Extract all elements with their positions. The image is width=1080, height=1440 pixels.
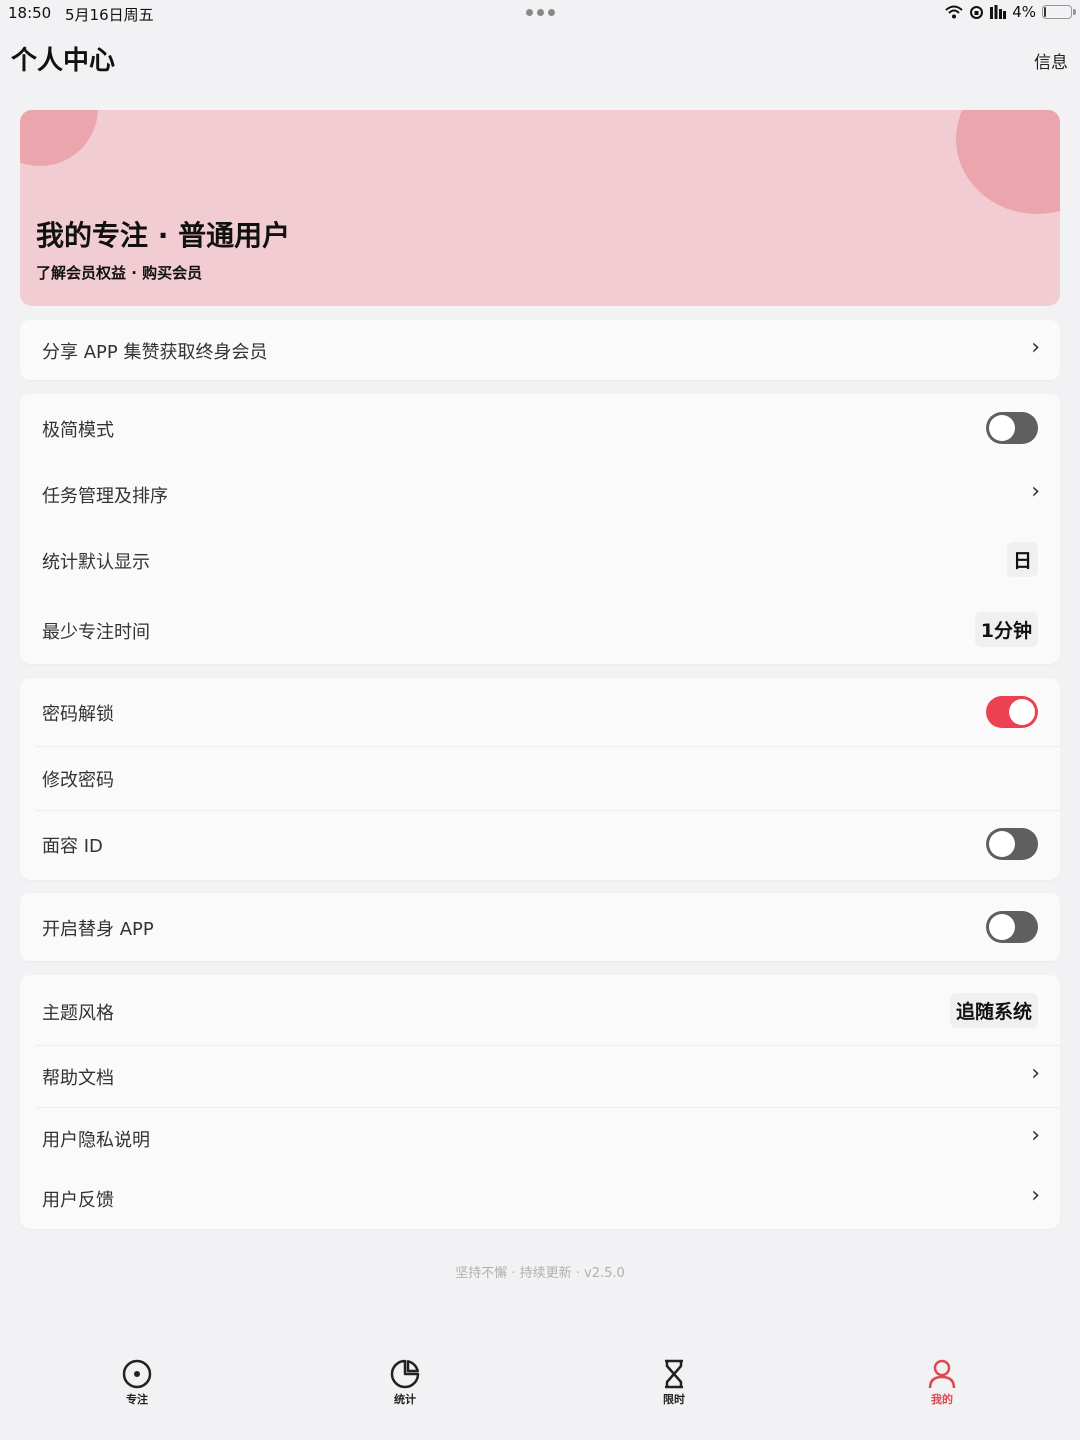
hourglass-icon	[665, 1359, 683, 1389]
general-settings-card: 极简模式 任务管理及排序 › 统计默认显示 日 最少专注时间 1分钟	[20, 394, 1060, 664]
alt-app-card: 开启替身 APP	[20, 893, 1060, 961]
stats-default-label: 统计默认显示	[42, 552, 150, 573]
multitasking-dots[interactable]	[526, 9, 555, 16]
info-link[interactable]: 信息	[1034, 48, 1068, 73]
password-unlock-label: 密码解锁	[42, 704, 114, 725]
chevron-right-icon: ›	[1031, 1061, 1040, 1086]
membership-banner[interactable]: 我的专注 · 普通用户 了解会员权益 · 购买会员	[20, 110, 1060, 306]
chevron-right-icon: ›	[1031, 1123, 1040, 1148]
min-focus-row[interactable]: 最少专注时间 1分钟	[20, 594, 1060, 664]
misc-card: 主题风格 追随系统 帮助文档 › 用户隐私说明 › 用户反馈 ›	[20, 975, 1060, 1229]
face-id-toggle[interactable]	[986, 828, 1038, 860]
chevron-right-icon: ›	[1031, 335, 1040, 360]
feedback-row[interactable]: 用户反馈 ›	[20, 1169, 1060, 1229]
signal-icon	[990, 5, 1007, 19]
tab-mine-label: 我的	[931, 1393, 953, 1406]
status-time: 18:50	[8, 4, 52, 22]
rotation-lock-icon	[970, 5, 984, 19]
tab-focus-label: 专注	[126, 1393, 148, 1406]
privacy-label: 用户隐私说明	[42, 1130, 150, 1151]
page-title: 个人中心	[11, 46, 116, 76]
help-row[interactable]: 帮助文档 ›	[20, 1045, 1060, 1107]
decor-circle-right	[956, 110, 1060, 214]
minimal-mode-toggle[interactable]	[986, 412, 1038, 444]
battery-icon	[1042, 5, 1076, 19]
tab-stats[interactable]: 统计	[365, 1358, 445, 1407]
theme-label: 主题风格	[42, 1003, 114, 1024]
min-focus-value[interactable]: 1分钟	[974, 612, 1038, 647]
alt-app-toggle[interactable]	[986, 911, 1038, 943]
minimal-mode-label: 极简模式	[42, 420, 114, 441]
feedback-label: 用户反馈	[42, 1190, 114, 1211]
face-id-row: 面容 ID	[20, 810, 1060, 880]
theme-row[interactable]: 主题风格 追随系统	[20, 975, 1060, 1045]
security-card: 密码解锁 修改密码 面容 ID	[20, 678, 1060, 880]
status-icons: 4%	[945, 3, 1076, 21]
decor-circle-left	[20, 110, 98, 166]
tab-mine[interactable]: 我的	[902, 1358, 982, 1407]
version-footer: 坚持不懈 · 持续更新 · v2.5.0	[455, 1266, 625, 1281]
chevron-right-icon: ›	[1031, 1183, 1040, 1208]
change-password-row[interactable]: 修改密码	[20, 746, 1060, 810]
tab-timer-label: 限时	[663, 1393, 685, 1406]
battery-percent: 4%	[1012, 3, 1036, 21]
status-bar: 18:50 5月16日周五 4%	[0, 0, 1080, 28]
chevron-right-icon: ›	[1031, 479, 1040, 504]
password-unlock-row: 密码解锁	[20, 678, 1060, 746]
tab-bar: 专注 统计 限时 我的	[0, 1340, 1080, 1440]
share-card[interactable]: 分享 APP 集赞获取终身会员 ›	[20, 320, 1060, 380]
stats-default-value[interactable]: 日	[1006, 542, 1038, 577]
status-date: 5月16日周五	[65, 6, 154, 24]
tab-timer[interactable]: 限时	[634, 1358, 714, 1407]
min-focus-label: 最少专注时间	[42, 622, 150, 643]
person-icon	[928, 1359, 956, 1389]
change-password-label: 修改密码	[42, 770, 114, 791]
share-label: 分享 APP 集赞获取终身会员	[42, 342, 268, 363]
tab-focus[interactable]: 专注	[97, 1358, 177, 1407]
minimal-mode-row: 极简模式	[20, 394, 1060, 462]
tab-stats-label: 统计	[394, 1393, 416, 1406]
alt-app-label: 开启替身 APP	[42, 919, 154, 940]
face-id-label: 面容 ID	[42, 836, 103, 857]
help-label: 帮助文档	[42, 1068, 114, 1089]
password-unlock-toggle[interactable]	[986, 696, 1038, 728]
task-manage-label: 任务管理及排序	[42, 486, 168, 507]
privacy-row[interactable]: 用户隐私说明 ›	[20, 1107, 1060, 1169]
pie-chart-icon	[390, 1359, 420, 1389]
banner-subtitle[interactable]: 了解会员权益 · 购买会员	[36, 262, 202, 283]
banner-title: 我的专注 · 普通用户	[36, 219, 291, 252]
wifi-icon	[945, 5, 963, 19]
theme-value[interactable]: 追随系统	[949, 993, 1038, 1028]
share-row[interactable]: 分享 APP 集赞获取终身会员 ›	[20, 320, 1060, 380]
alt-app-row: 开启替身 APP	[20, 893, 1060, 961]
focus-icon	[122, 1359, 152, 1389]
stats-default-row[interactable]: 统计默认显示 日	[20, 528, 1060, 594]
task-manage-row[interactable]: 任务管理及排序 ›	[20, 462, 1060, 528]
